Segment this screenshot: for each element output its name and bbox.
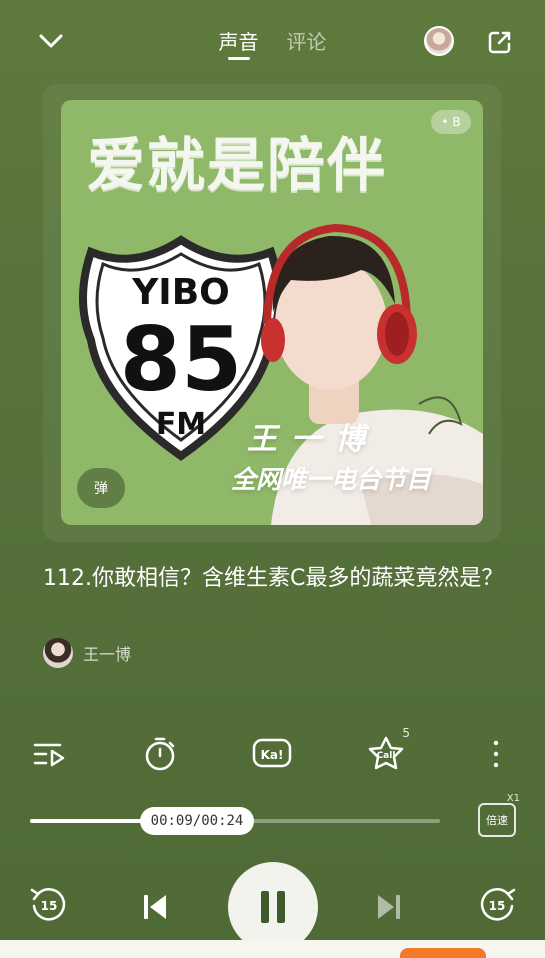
shield-unit: FM: [156, 407, 206, 442]
progress-thumb[interactable]: 00:09/00:24: [140, 807, 254, 835]
ka-icon: Ka!: [252, 738, 292, 768]
share-button[interactable]: [484, 26, 516, 58]
user-avatar[interactable]: [424, 26, 454, 56]
more-vertical-icon: [493, 740, 499, 768]
forward-15-icon: 15: [480, 888, 516, 921]
tab-bar: 声音 评论: [0, 26, 545, 60]
action-toolbar: Ka! Call 5: [0, 726, 545, 780]
program-tagline: 全网唯一电台节目: [231, 465, 432, 494]
tab-comments[interactable]: 评论: [287, 26, 327, 60]
rewind-15-icon: 15: [30, 888, 66, 921]
bottom-orange-tab[interactable]: [400, 948, 486, 958]
pause-icon: [261, 891, 285, 923]
ka-button[interactable]: Ka!: [250, 728, 294, 780]
cover-frame: 爱就是陪伴 • B YIBO 85 FM 王一博 全网唯一电台节目 弹: [43, 84, 501, 542]
playlist-button[interactable]: [28, 728, 72, 780]
danmaku-icon: 弹: [94, 481, 108, 497]
playlist-icon: [33, 743, 65, 767]
speed-value: X1: [506, 793, 520, 804]
host-name: 王一博: [247, 422, 379, 457]
author-name[interactable]: 王一博: [83, 641, 131, 665]
call-count-badge: 5: [402, 726, 410, 740]
cover-badge: • B: [431, 110, 471, 134]
call-label: Call: [377, 751, 396, 761]
previous-button[interactable]: [138, 890, 172, 924]
more-button[interactable]: [474, 728, 518, 780]
sleep-timer-button[interactable]: [138, 728, 182, 780]
timer-icon: [145, 737, 175, 771]
previous-icon: [144, 895, 166, 919]
call-button[interactable]: Call 5: [364, 726, 410, 780]
skip-back-button[interactable]: 15: [28, 884, 68, 924]
playback-bar: 15 15: [0, 862, 545, 952]
top-bar: 声音 评论: [0, 0, 545, 84]
episode-title: 112.你敢相信？含维生素C最多的蔬菜竟然是？: [43, 566, 504, 591]
pause-button[interactable]: [228, 862, 318, 952]
call-star-icon: Call: [368, 736, 404, 770]
skip-back-label: 15: [41, 899, 58, 913]
skip-forward-button[interactable]: 15: [478, 884, 518, 924]
cover-art[interactable]: 爱就是陪伴 • B YIBO 85 FM 王一博 全网唯一电台节目 弹: [61, 100, 483, 525]
playback-speed-button[interactable]: 倍速 X1: [478, 793, 520, 837]
author-row[interactable]: 王一博: [43, 638, 131, 668]
next-button[interactable]: [372, 890, 406, 924]
bottom-mini-bar: [0, 940, 545, 958]
speed-label: 倍速: [486, 814, 508, 827]
tab-sound[interactable]: 声音: [219, 26, 259, 60]
author-avatar[interactable]: [43, 638, 73, 668]
share-icon: [488, 31, 511, 54]
ka-label: Ka!: [261, 748, 284, 762]
skip-forward-label: 15: [489, 899, 506, 913]
next-icon: [378, 895, 400, 919]
danmaku-toggle-button[interactable]: 弹: [77, 468, 125, 508]
